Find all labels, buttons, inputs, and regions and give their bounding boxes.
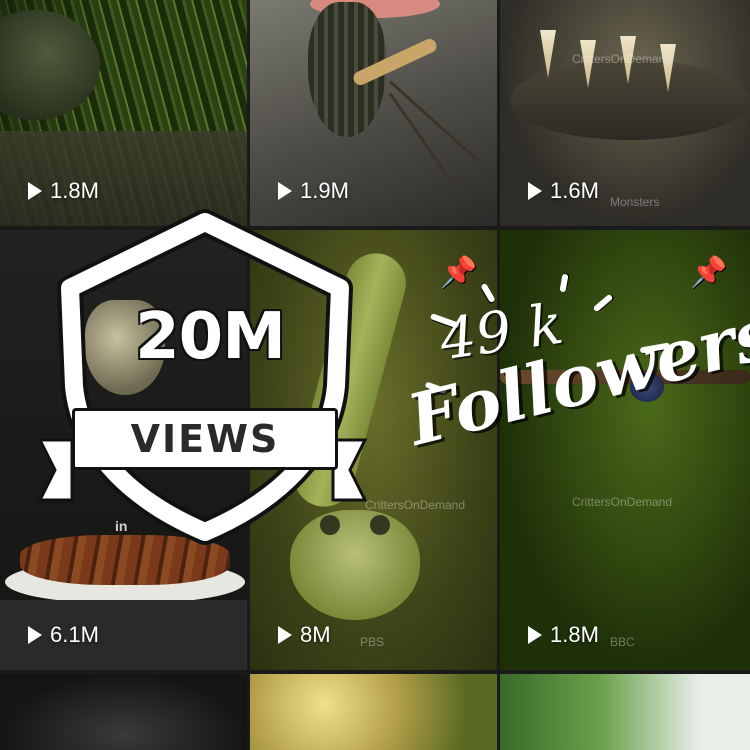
video-tile[interactable]: CrittersOnDemand PBS 8M	[250, 230, 497, 670]
mantis-eye	[320, 515, 340, 535]
video-tile[interactable]: 1.8M	[0, 0, 247, 226]
view-count-text: 1.8M	[550, 622, 599, 647]
watermark: CrittersOnDemand	[572, 52, 673, 66]
play-icon	[278, 626, 292, 644]
view-count: 1.6M	[528, 178, 599, 204]
view-count-text: 8M	[300, 622, 331, 647]
video-tile[interactable]: CrittersOnDemand Monsters 1.6M	[500, 0, 750, 226]
video-grid: 1.8M 1.9M CrittersOnDemand Monsters 1.6M…	[0, 0, 750, 750]
video-tile[interactable]: in 6.1M	[0, 230, 247, 670]
video-tile[interactable]: 1.9M	[250, 0, 497, 226]
insect-leg	[388, 92, 455, 185]
video-tile[interactable]	[0, 674, 247, 750]
view-count-text: 1.9M	[300, 178, 349, 203]
view-count: 8M	[278, 622, 331, 648]
play-icon	[278, 182, 292, 200]
play-icon	[28, 182, 42, 200]
video-tile[interactable]	[250, 674, 497, 750]
watermark: CrittersOnDemand	[365, 498, 466, 512]
watermark: BBC	[610, 635, 635, 649]
crocodile-image	[0, 10, 100, 120]
insect-image	[500, 370, 750, 384]
view-count-text: 6.1M	[50, 622, 99, 647]
play-icon	[528, 182, 542, 200]
view-count: 6.1M	[28, 622, 99, 648]
steak-image	[20, 535, 230, 585]
play-icon	[28, 626, 42, 644]
view-count: 1.8M	[528, 622, 599, 648]
video-tile[interactable]: CrittersOnDemand BBC 1.8M	[500, 230, 750, 670]
video-tile[interactable]	[500, 674, 750, 750]
watermark: Monsters	[610, 195, 660, 209]
view-count-text: 1.8M	[50, 178, 99, 203]
insect-leg	[388, 80, 481, 163]
watermark: PBS	[360, 635, 385, 649]
watermark: CrittersOnDemand	[572, 495, 673, 509]
view-count: 1.9M	[278, 178, 349, 204]
view-count-text: 1.6M	[550, 178, 599, 203]
play-icon	[528, 626, 542, 644]
mantis-eye	[370, 515, 390, 535]
view-count: 1.8M	[28, 178, 99, 204]
mantis-body-image	[287, 246, 413, 514]
insect-eye	[630, 372, 664, 402]
mantis-image	[85, 300, 165, 395]
mantis-head-image	[290, 510, 420, 620]
watermark: in	[115, 518, 128, 534]
